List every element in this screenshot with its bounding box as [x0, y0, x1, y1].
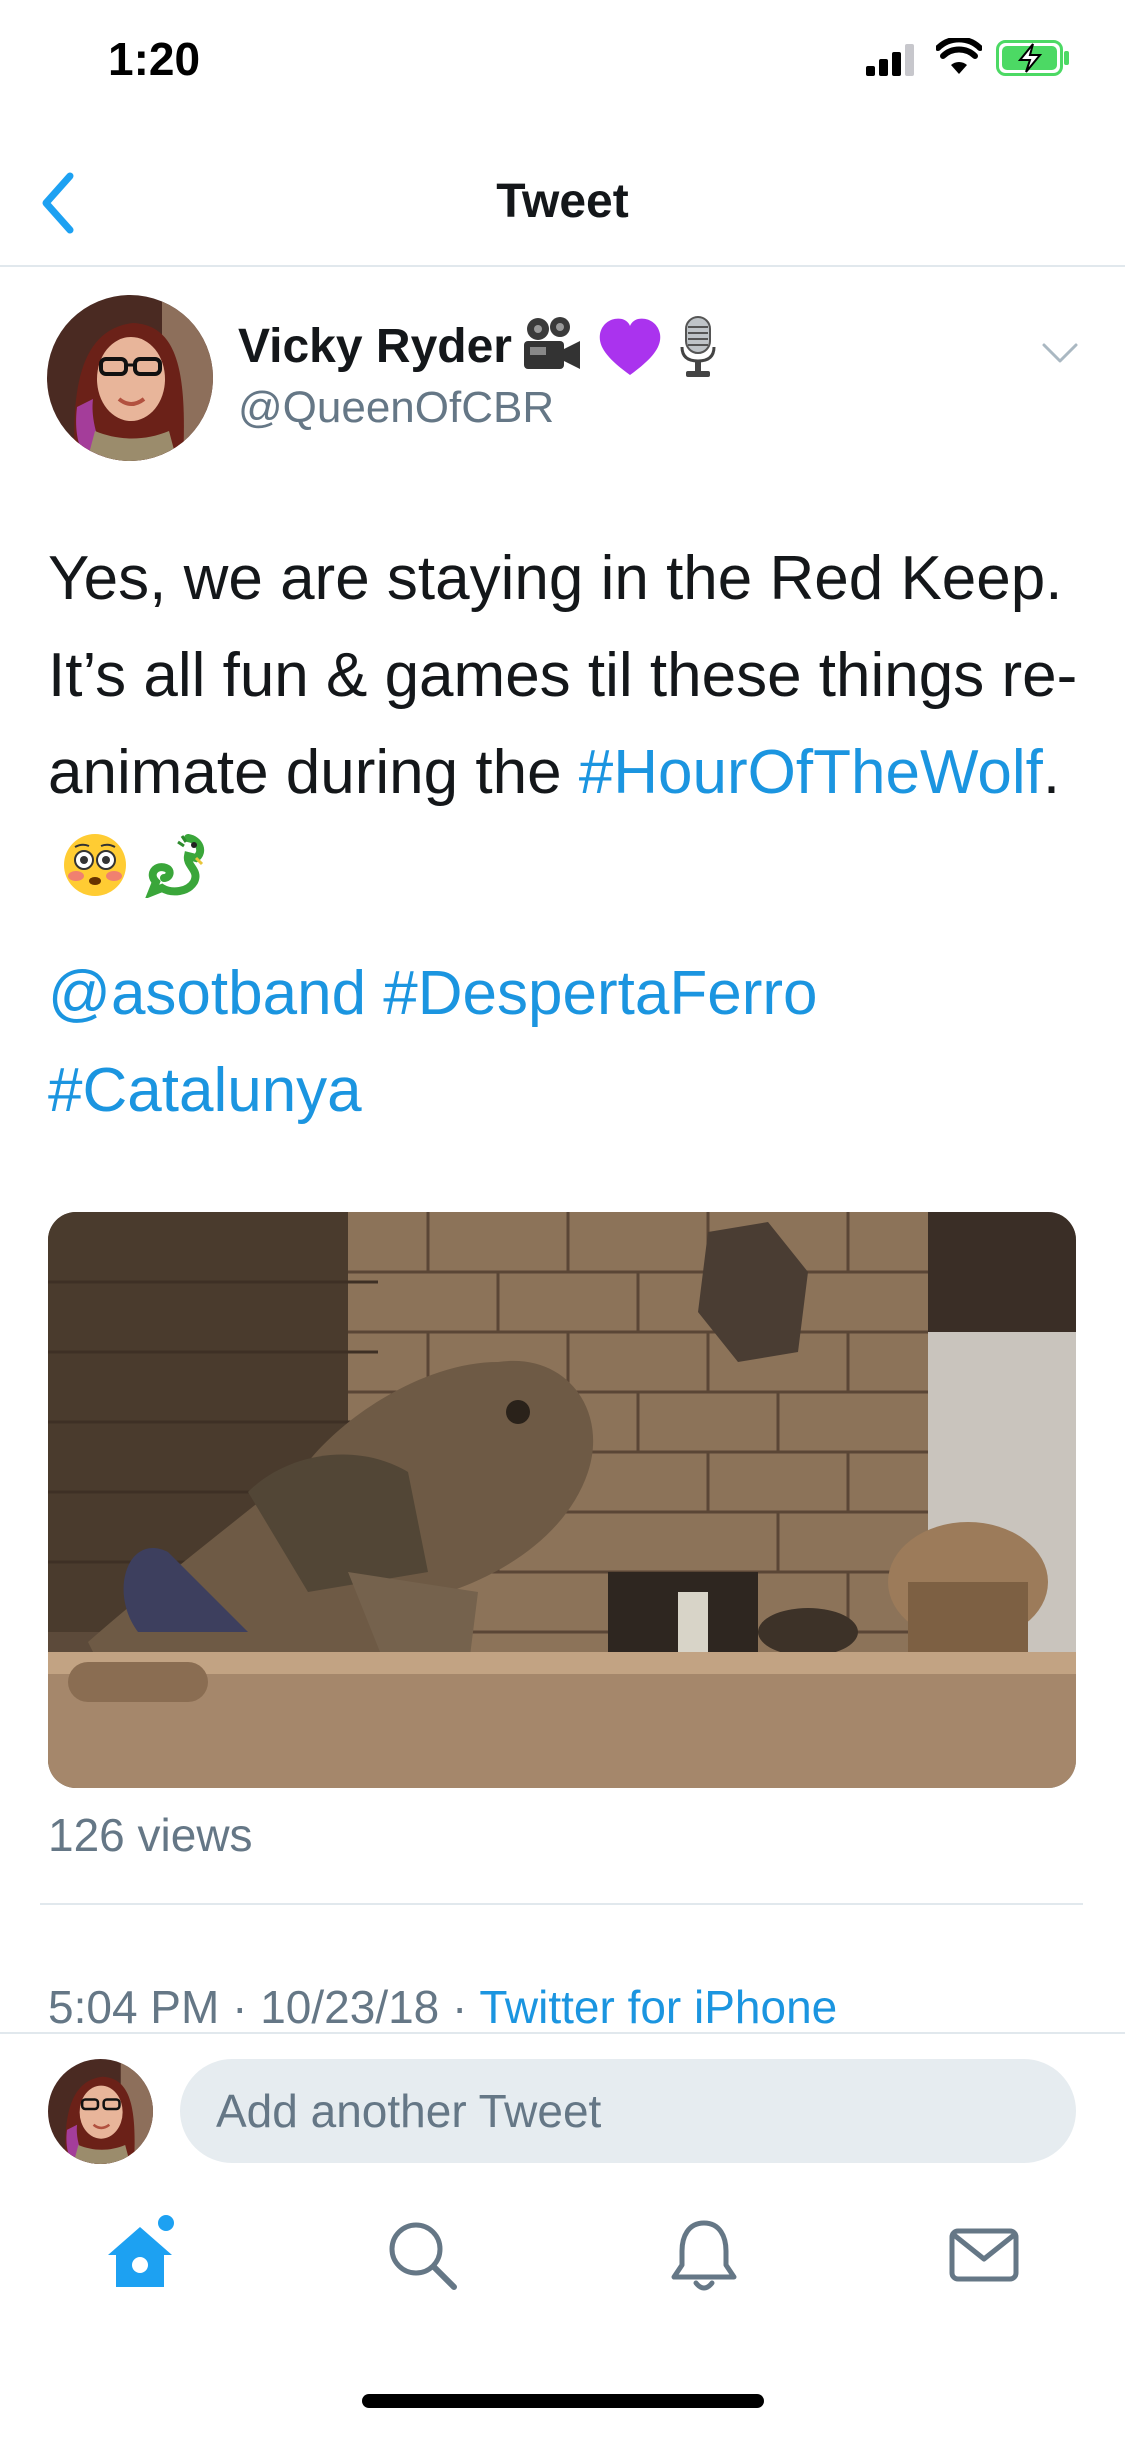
reply-input[interactable]: Add another Tweet: [180, 2059, 1076, 2163]
chevron-down-icon[interactable]: [1040, 341, 1080, 365]
tweet-date: 10/23/18: [260, 1981, 440, 2033]
hashtag-link[interactable]: #Catalunya: [48, 1056, 362, 1125]
divider: [40, 1903, 1083, 1905]
movie-camera-icon: [524, 317, 580, 369]
tweet-video[interactable]: [48, 1212, 1076, 1788]
hashtag-link[interactable]: #DespertaFerro: [383, 959, 817, 1028]
user-avatar[interactable]: [48, 2059, 153, 2164]
tweet-text: Yes, we are staying in the Red Keep. It’…: [48, 530, 1078, 926]
tweet-tags: @asotband #DespertaFerro #Catalunya: [48, 945, 1078, 1139]
notifications-icon[interactable]: [664, 2215, 744, 2295]
status-time: 1:20: [108, 33, 201, 85]
separator: ·: [439, 1981, 480, 2033]
home-icon[interactable]: [100, 2215, 180, 2295]
navigation-bar: Tweet: [0, 140, 1125, 267]
tweet-header: Vicky Ryder @QueenOfCBR: [0, 295, 1125, 475]
battery-charging-icon: [996, 40, 1069, 76]
tweet-metadata: 5:04 PM · 10/23/18 · Twitter for iPhone: [48, 1980, 837, 2034]
microphone-icon: [680, 316, 716, 377]
tweet-time: 5:04 PM: [48, 1981, 220, 2033]
tweet-text-period: .: [1042, 738, 1061, 807]
avatar[interactable]: [47, 295, 213, 461]
hashtag-link[interactable]: #HourOfTheWolf: [579, 738, 1043, 807]
author-name[interactable]: Vicky Ryder: [238, 319, 512, 374]
wifi-icon: [936, 38, 982, 74]
messages-icon[interactable]: [944, 2215, 1024, 2295]
home-indicator[interactable]: [362, 2394, 764, 2408]
status-bar: 1:20: [0, 0, 1125, 120]
tab-bar: [0, 2195, 1125, 2335]
author-handle[interactable]: @QueenOfCBR: [238, 383, 554, 433]
page-title: Tweet: [496, 175, 629, 228]
view-count: 126 views: [48, 1809, 253, 1861]
flushed-face-icon: [62, 829, 128, 926]
search-icon[interactable]: [382, 2215, 462, 2295]
dragon-icon: [142, 829, 208, 926]
purple-heart-icon: [599, 318, 661, 375]
mention-link[interactable]: @asotband: [48, 959, 366, 1028]
tweet-source-link[interactable]: Twitter for iPhone: [479, 1981, 837, 2033]
name-emojis: [520, 315, 720, 379]
cellular-signal-icon: [866, 44, 914, 76]
separator: ·: [219, 1981, 261, 2033]
